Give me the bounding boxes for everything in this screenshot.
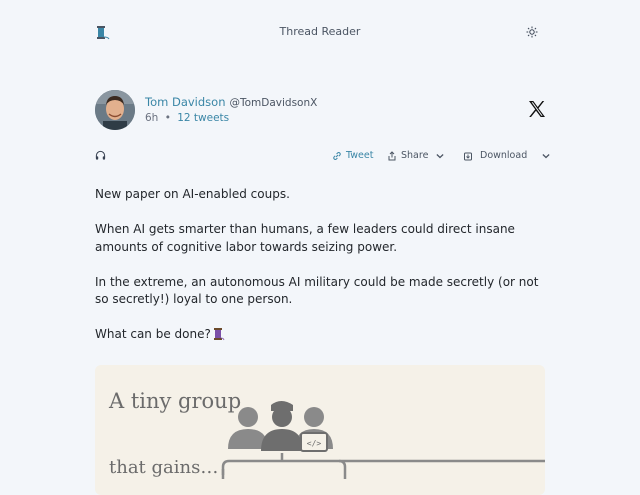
name-row: Tom Davidson @TomDavidsonX [145, 95, 317, 109]
headphones-icon[interactable] [95, 150, 106, 161]
author-handle: @TomDavidsonX [229, 97, 318, 109]
time-ago: 6h [145, 112, 159, 124]
author-header: Tom Davidson @TomDavidsonX 6h • 12 tweets [95, 90, 550, 132]
download-icon [464, 152, 472, 160]
chevron-down-icon [542, 153, 550, 158]
app-title: Thread Reader [279, 25, 361, 38]
share-label: Share [401, 150, 429, 161]
spool-emoji-icon [213, 328, 225, 341]
sun-icon[interactable] [526, 26, 538, 38]
top-bar: Thread Reader [0, 0, 640, 64]
tweet-label: Tweet [346, 150, 374, 161]
tweet-button[interactable]: Tweet [332, 150, 373, 161]
share-button[interactable]: Share [387, 150, 445, 161]
tweet-paragraph: New paper on AI-enabled coups. [95, 187, 290, 201]
image-card[interactable]: </> A tiny group that gains… [95, 365, 545, 495]
tweet-paragraph: What can be done? [95, 327, 211, 341]
download-button[interactable]: Download [463, 150, 551, 161]
author-name[interactable]: Tom Davidson [145, 95, 225, 109]
tweet-paragraph: In the extreme, an autonomous AI militar… [95, 274, 539, 307]
download-label: Download [480, 150, 528, 161]
avatar[interactable] [95, 90, 135, 130]
meta-separator: • [164, 112, 171, 124]
thread-content: New paper on AI-enabled coups. When AI g… [95, 186, 550, 361]
svg-text:</>: </> [307, 439, 322, 448]
action-bar: Tweet Share Download [95, 148, 550, 166]
link-icon [333, 151, 341, 160]
card-title-line2: that gains… [109, 457, 219, 478]
tweet-count-link[interactable]: 12 tweets [177, 112, 229, 124]
share-icon [388, 150, 396, 160]
card-title-line1: A tiny group [109, 389, 242, 413]
chevron-down-icon [436, 153, 444, 158]
tweet-paragraph-last: What can be done? [95, 326, 550, 344]
meta-row: 6h • 12 tweets [145, 112, 229, 124]
tweet-paragraph: When AI gets smarter than humans, a few … [95, 222, 515, 254]
x-logo-icon[interactable] [528, 100, 546, 118]
